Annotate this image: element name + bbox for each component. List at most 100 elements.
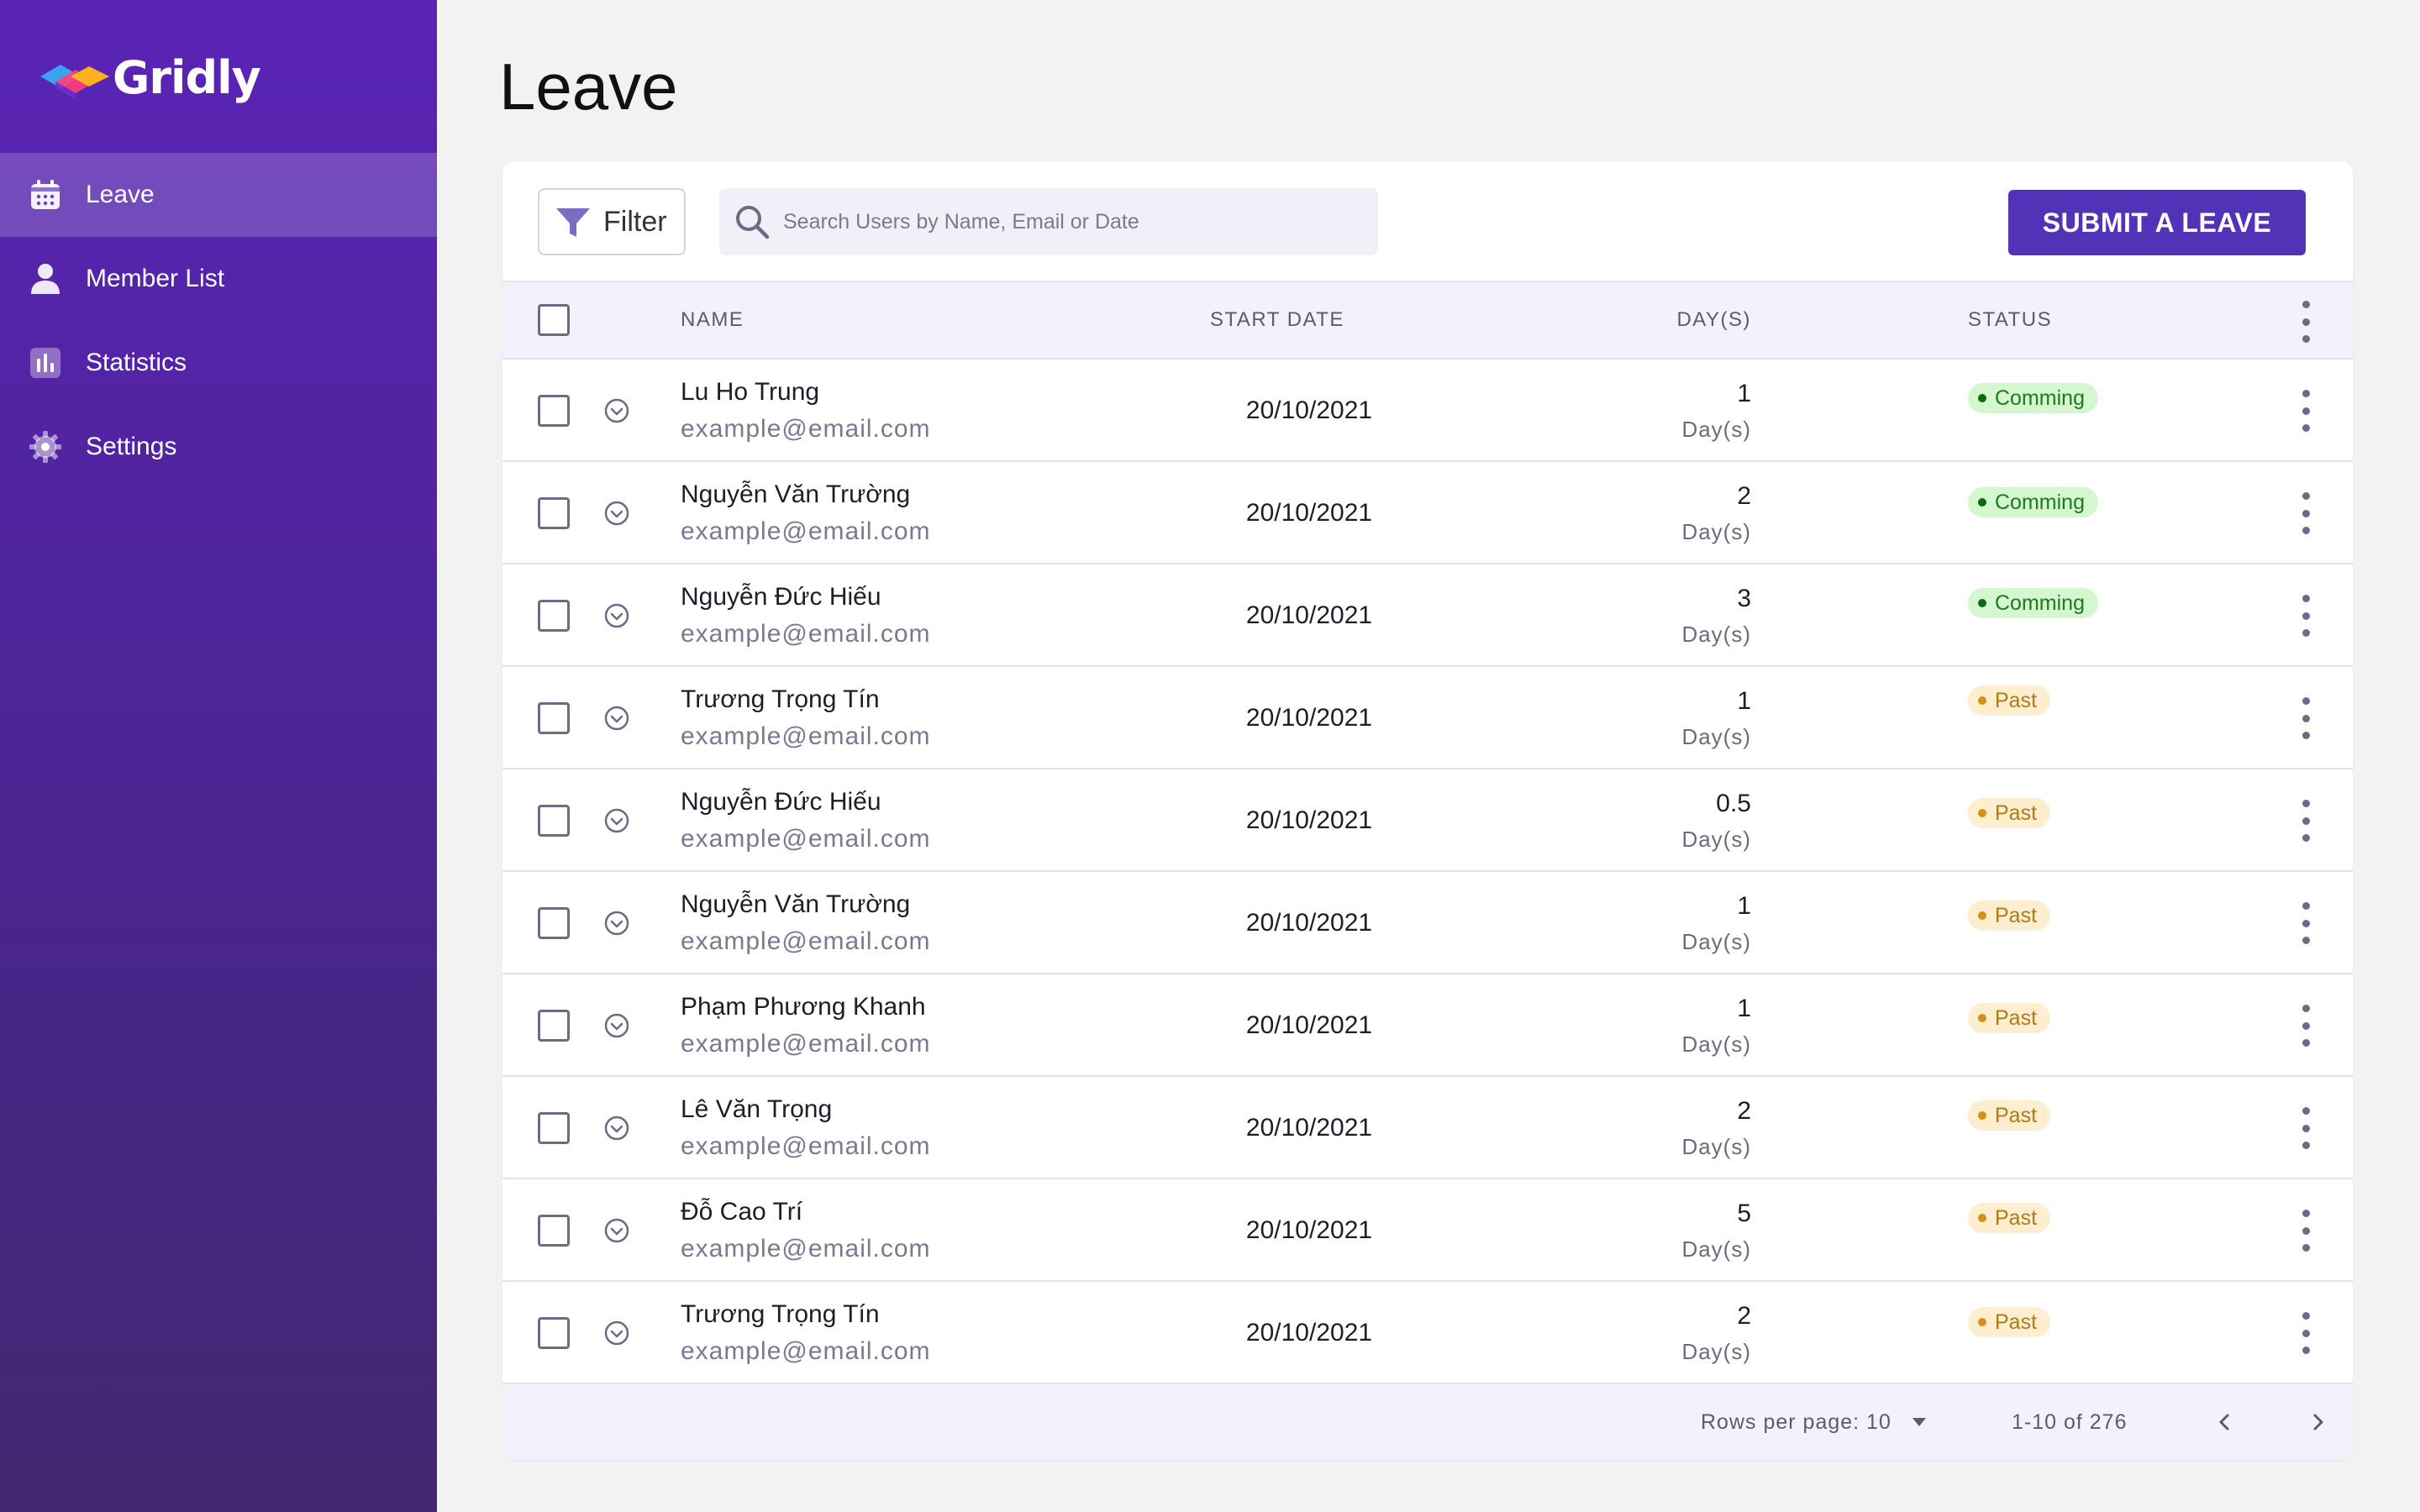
status-dot-icon (1978, 696, 1986, 705)
status-dot-icon (1978, 1014, 1986, 1022)
row-checkbox[interactable] (538, 395, 570, 427)
leave-table-card: Filter SUBMIT A LEAVE NAME START DATE DA… (502, 161, 2353, 1460)
days-count: 2 (1737, 1302, 1751, 1330)
app-logo[interactable]: Gridly (37, 44, 261, 111)
days-count: 5 (1737, 1200, 1751, 1227)
days-count: 1 (1737, 687, 1751, 715)
status-badge: Past (1968, 900, 2051, 931)
row-checkbox[interactable] (538, 1215, 570, 1247)
pagination-range: 1-10 of 276 (2012, 1410, 2128, 1434)
chevron-down-circle-icon[interactable] (603, 397, 630, 424)
column-header-name[interactable]: NAME (681, 282, 744, 358)
sidebar: Gridly Leave Member List Statistics Sett… (0, 0, 437, 1512)
next-page-button[interactable] (2302, 1407, 2333, 1437)
app-name: Gridly (113, 50, 261, 104)
row-options-icon[interactable] (2297, 1107, 2314, 1149)
days-unit: Day(s) (1681, 1236, 1751, 1262)
start-date: 20/10/2021 (1245, 704, 1373, 732)
row-options-icon[interactable] (2297, 1210, 2314, 1252)
table-row[interactable]: Nguyễn Đức Hiếu example@email.com 20/10/… (502, 564, 2353, 667)
chevron-down-circle-icon[interactable] (603, 500, 630, 527)
chevron-left-icon (2219, 1414, 2229, 1431)
member-name: Nguyễn Văn Trường (681, 890, 911, 918)
days-count: 2 (1737, 1097, 1751, 1125)
status-dot-icon (1978, 911, 1986, 920)
status-label: Comming (1995, 591, 2085, 615)
chevron-down-circle-icon[interactable] (603, 1115, 630, 1142)
previous-page-button[interactable] (2210, 1407, 2240, 1437)
status-label: Past (1995, 1103, 2038, 1127)
table-row[interactable]: Nguyễn Đức Hiếu example@email.com 20/10/… (502, 769, 2353, 872)
chevron-down-circle-icon[interactable] (603, 602, 630, 629)
member-name: Đỗ Cao Trí (681, 1198, 803, 1226)
status-label: Past (1995, 801, 2038, 825)
table-row[interactable]: Đỗ Cao Trí example@email.com 20/10/2021 … (502, 1179, 2353, 1282)
status-label: Past (1995, 903, 2038, 927)
filter-label: Filter (603, 205, 667, 238)
chevron-down-circle-icon[interactable] (603, 1217, 630, 1244)
sidebar-item-member-list[interactable]: Member List (0, 237, 437, 321)
table-row[interactable]: Phạm Phương Khanh example@email.com 20/1… (502, 974, 2353, 1077)
table-row[interactable]: Lu Ho Trung example@email.com 20/10/2021… (502, 360, 2353, 462)
row-options-icon[interactable] (2297, 492, 2314, 534)
column-options-icon[interactable] (2297, 301, 2314, 343)
start-date: 20/10/2021 (1245, 1011, 1373, 1039)
table-row[interactable]: Trương Trọng Tín example@email.com 20/10… (502, 667, 2353, 769)
member-name: Lê Văn Trọng (681, 1095, 833, 1123)
table-row[interactable]: Nguyễn Văn Trường example@email.com 20/1… (502, 462, 2353, 564)
days-unit: Day(s) (1681, 827, 1751, 852)
row-options-icon[interactable] (2297, 1005, 2314, 1047)
filter-button[interactable]: Filter (538, 188, 686, 255)
member-name: Trương Trọng Tín (681, 685, 880, 713)
row-checkbox[interactable] (538, 497, 570, 529)
chevron-down-circle-icon[interactable] (603, 1320, 630, 1347)
search-input[interactable] (783, 209, 1355, 234)
row-checkbox[interactable] (538, 1112, 570, 1144)
row-checkbox[interactable] (538, 702, 570, 734)
status-badge: Past (1968, 1203, 2051, 1233)
row-checkbox[interactable] (538, 805, 570, 837)
row-checkbox[interactable] (538, 907, 570, 939)
table-row[interactable]: Lê Văn Trọng example@email.com 20/10/202… (502, 1077, 2353, 1179)
status-dot-icon (1978, 394, 1986, 402)
chevron-down-circle-icon[interactable] (603, 807, 630, 834)
submit-leave-button[interactable]: SUBMIT A LEAVE (2008, 190, 2306, 255)
status-label: Past (1995, 688, 2038, 712)
status-badge: Past (1968, 1307, 2051, 1337)
member-email: example@email.com (681, 1337, 931, 1365)
row-checkbox[interactable] (538, 600, 570, 632)
status-badge: Past (1968, 1100, 2051, 1131)
row-options-icon[interactable] (2297, 390, 2314, 432)
sidebar-item-statistics[interactable]: Statistics (0, 321, 437, 405)
days-count: 3 (1737, 585, 1751, 612)
chevron-down-circle-icon[interactable] (603, 1012, 630, 1039)
member-email: example@email.com (681, 927, 931, 955)
member-email: example@email.com (681, 1030, 931, 1058)
row-options-icon[interactable] (2297, 595, 2314, 637)
column-header-days[interactable]: DAY(S) (1676, 282, 1751, 358)
row-options-icon[interactable] (2297, 697, 2314, 739)
row-options-icon[interactable] (2297, 800, 2314, 842)
chevron-right-icon (2313, 1414, 2323, 1431)
column-header-status[interactable]: STATUS (1968, 282, 2052, 358)
calendar-icon (29, 178, 62, 212)
rows-per-page-select[interactable]: Rows per page: 10 (1701, 1384, 1927, 1460)
start-date: 20/10/2021 (1245, 601, 1373, 629)
table-row[interactable]: Trương Trọng Tín example@email.com 20/10… (502, 1282, 2353, 1384)
days-unit: Day(s) (1681, 519, 1751, 544)
chevron-down-circle-icon[interactable] (603, 705, 630, 732)
table-header: NAME START DATE DAY(S) STATUS (502, 281, 2353, 360)
status-dot-icon (1978, 809, 1986, 817)
row-options-icon[interactable] (2297, 902, 2314, 944)
status-dot-icon (1978, 498, 1986, 507)
chevron-down-circle-icon[interactable] (603, 910, 630, 937)
table-row[interactable]: Nguyễn Văn Trường example@email.com 20/1… (502, 872, 2353, 974)
select-all-checkbox[interactable] (538, 304, 570, 336)
sidebar-item-leave[interactable]: Leave (0, 153, 437, 237)
sidebar-item-settings[interactable]: Settings (0, 405, 437, 489)
row-checkbox[interactable] (538, 1317, 570, 1349)
caret-down-icon (1912, 1418, 1926, 1426)
row-options-icon[interactable] (2297, 1312, 2314, 1354)
row-checkbox[interactable] (538, 1010, 570, 1042)
column-header-start-date[interactable]: START DATE (1210, 282, 1344, 358)
